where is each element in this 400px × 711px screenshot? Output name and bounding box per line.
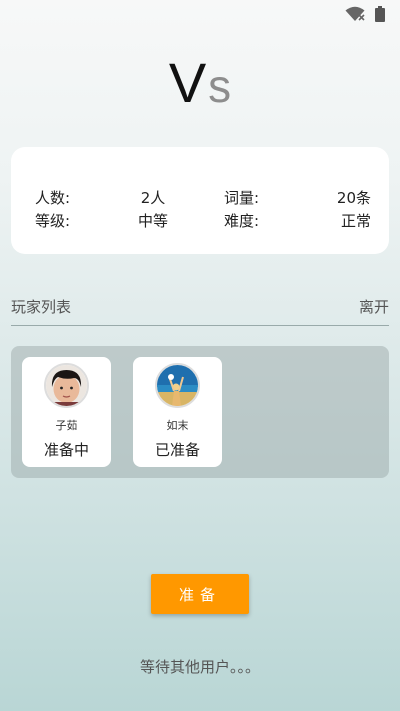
word-count-value: 20条: [336, 189, 371, 207]
player-status: 准备中: [43, 441, 89, 459]
player-name: 子茹: [55, 419, 78, 432]
players-panel: 子茹 准备中 如末 已准备: [11, 346, 389, 478]
level-value: 中等: [137, 212, 168, 230]
difficulty-value: 正常: [340, 212, 371, 230]
player-list-header: 玩家列表 离开: [11, 296, 389, 318]
info-row: 人数: 2人 词量: 20条: [11, 187, 389, 211]
ready-button[interactable]: 准备: [151, 574, 249, 614]
divider: [11, 325, 389, 326]
player-card[interactable]: 子茹 准备中: [22, 357, 111, 467]
vs-title-s: s: [208, 60, 232, 112]
beach-photo-avatar: [155, 363, 200, 408]
room-info-card: 人数: 2人 词量: 20条 等级: 中等 难度: 正常: [11, 147, 389, 254]
waiting-text: 等待其他用户。。。: [139, 658, 260, 676]
vs-title: Vs: [0, 50, 400, 115]
child-photo-avatar: [44, 363, 89, 408]
player-name: 如末: [166, 419, 189, 432]
level-label: 等级:: [35, 212, 71, 230]
difficulty-label: 难度:: [224, 212, 260, 230]
vs-title-v: V: [168, 51, 207, 114]
leave-button[interactable]: 离开: [359, 296, 389, 317]
player-status: 已准备: [154, 441, 200, 459]
wifi-icon: [345, 6, 365, 21]
player-count-label: 人数:: [35, 189, 71, 207]
player-count-value: 2人: [140, 189, 166, 207]
word-count-label: 词量:: [224, 189, 260, 207]
battery-icon: [375, 6, 385, 22]
status-bar: [0, 0, 400, 28]
player-list-title: 玩家列表: [11, 298, 72, 316]
info-row: 等级: 中等 难度: 正常: [11, 210, 389, 234]
player-card[interactable]: 如末 已准备: [133, 357, 222, 467]
